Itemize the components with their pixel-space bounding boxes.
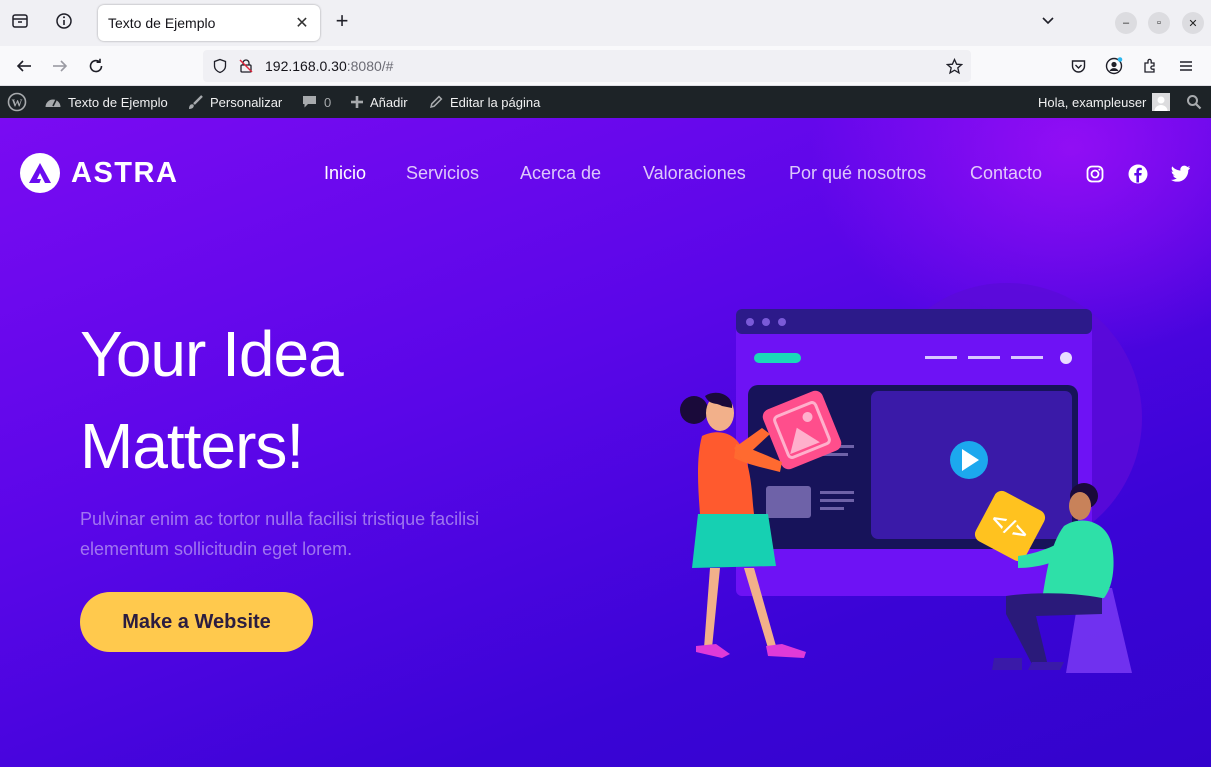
url-port-path: :8080/# [346, 58, 394, 74]
back-button[interactable] [11, 53, 37, 79]
close-tab-icon[interactable]: ✕ [292, 13, 312, 33]
wp-site-name[interactable]: Texto de Ejemplo [44, 86, 168, 118]
facebook-icon[interactable] [1128, 164, 1148, 184]
wp-comments-count: 0 [324, 94, 332, 110]
account-icon[interactable] [1101, 53, 1127, 79]
menu-item-inicio[interactable]: Inicio [324, 163, 366, 184]
hero-title-line-1: Your Idea [80, 318, 344, 390]
bookmark-star-icon[interactable] [945, 57, 963, 75]
menu-item-valoraciones[interactable]: Valoraciones [643, 163, 746, 184]
hero-illustration: </> [680, 283, 1142, 673]
url-text: 192.168.0.30:8080/# [265, 58, 393, 74]
forward-button[interactable] [47, 53, 73, 79]
wp-new-content[interactable]: Añadir [350, 86, 408, 118]
wp-user-account[interactable]: Hola, exampleuser [1038, 86, 1171, 118]
menu-item-contacto[interactable]: Contacto [970, 163, 1042, 184]
wp-comments[interactable]: 0 [301, 86, 331, 118]
astra-logo-icon [20, 153, 60, 193]
hero-title-line-2: Matters! [80, 410, 304, 482]
address-bar[interactable]: 192.168.0.30:8080/# [203, 50, 971, 82]
wp-customize[interactable]: Personalizar [187, 86, 282, 118]
menu-item-servicios[interactable]: Servicios [406, 163, 479, 184]
shield-icon[interactable] [211, 57, 229, 75]
pocket-icon[interactable] [1065, 53, 1091, 79]
maximize-button[interactable]: ▫ [1148, 12, 1170, 34]
make-website-button[interactable]: Make a Website [80, 592, 313, 652]
avatar [1152, 93, 1171, 111]
wp-edit-page[interactable]: Editar la página [428, 86, 540, 118]
wordpress-logo-icon[interactable]: W [7, 86, 27, 118]
paintbrush-icon [187, 94, 204, 111]
plus-icon [350, 95, 364, 109]
wp-greeting: Hola, exampleuser [1038, 94, 1147, 110]
hero-title: Your Idea Matters! [80, 308, 344, 492]
chevron-down-icon[interactable] [1036, 9, 1060, 33]
info-icon[interactable] [52, 9, 76, 33]
instagram-icon[interactable] [1085, 164, 1105, 184]
tab-list-icon[interactable] [8, 9, 32, 33]
svg-text:W: W [12, 97, 23, 109]
browser-nav-bar: 192.168.0.30:8080/# [0, 46, 1211, 86]
hero-subtitle: Pulvinar enim ac tortor nulla facilisi t… [80, 509, 480, 559]
minimize-button[interactable]: – [1115, 12, 1137, 34]
hero-section: ASTRA Inicio Servicios Acerca de Valorac… [0, 118, 1211, 767]
close-window-button[interactable]: ✕ [1182, 12, 1204, 34]
hamburger-menu-icon[interactable] [1173, 53, 1199, 79]
insecure-lock-icon[interactable] [237, 57, 255, 75]
menu-item-por-que-nosotros[interactable]: Por qué nosotros [789, 163, 926, 184]
twitter-icon[interactable] [1171, 164, 1191, 184]
logo-text: ASTRA [71, 156, 179, 189]
new-tab-button[interactable]: + [330, 10, 354, 34]
url-host: 192.168.0.30 [265, 58, 347, 74]
extensions-icon[interactable] [1137, 53, 1163, 79]
site-logo[interactable]: ASTRA [20, 153, 178, 193]
wp-site-name-label: Texto de Ejemplo [68, 94, 168, 110]
wp-search-icon[interactable] [1186, 86, 1202, 118]
tab-title: Texto de Ejemplo [108, 15, 216, 31]
wp-admin-bar: W Texto de Ejemplo Personalizar 0 Añadir… [0, 86, 1211, 118]
reload-button[interactable] [83, 53, 109, 79]
browser-tab-bar: Texto de Ejemplo ✕ + – ▫ ✕ [0, 0, 1211, 46]
pencil-icon [428, 94, 444, 110]
wp-edit-page-label: Editar la página [450, 94, 541, 110]
wp-customize-label: Personalizar [210, 94, 283, 110]
tab-active[interactable]: Texto de Ejemplo ✕ [98, 5, 320, 41]
comment-bubble-icon [301, 94, 318, 110]
wp-new-label: Añadir [370, 94, 408, 110]
menu-item-acerca-de[interactable]: Acerca de [520, 163, 601, 184]
dashboard-gauge-icon [44, 94, 62, 110]
